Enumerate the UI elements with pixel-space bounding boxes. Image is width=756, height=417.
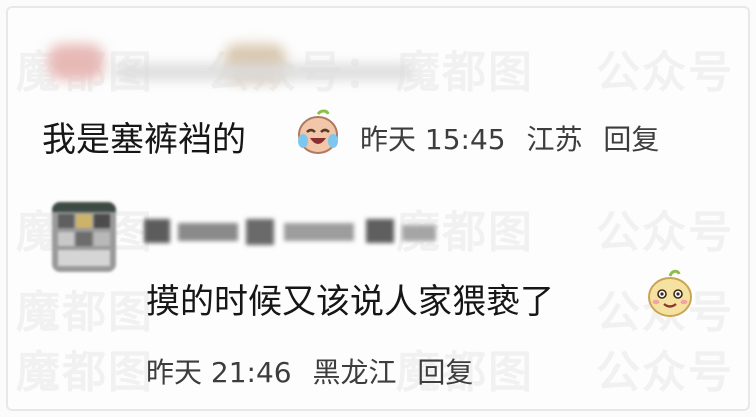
smirk-emoji <box>648 269 692 317</box>
blurred-avatar <box>48 44 104 80</box>
blurred-username <box>144 219 436 245</box>
blurred-username <box>114 64 414 80</box>
watermark-text: 公众号 <box>596 207 734 258</box>
crying-laughing-emoji <box>298 109 338 154</box>
watermark-text: 魔都图 <box>396 47 534 98</box>
comment-location: 江苏 <box>526 123 583 156</box>
watermark-text: 公众号 <box>596 347 734 398</box>
comment-meta: 昨天 21:46 黑龙江 回复 <box>146 351 485 391</box>
reply-button[interactable]: 回复 <box>603 123 659 156</box>
comment-time: 昨天 21:46 <box>146 356 292 389</box>
reply-button[interactable]: 回复 <box>417 356 473 389</box>
comment-time: 昨天 15:45 <box>360 123 506 156</box>
watermark-text: 魔都图 <box>16 287 154 338</box>
comment-text: 摸的时候又该说人家猥亵了 <box>146 282 554 322</box>
comment-location: 黑龙江 <box>312 356 397 389</box>
avatar <box>52 202 116 272</box>
comment-screenshot: 魔都图 魔都图 公众号： 公众号 魔都图 魔都图 公众号 魔都图 公众号 魔都图… <box>6 6 750 411</box>
comment-meta: 昨天 15:45 江苏 回复 <box>360 118 671 158</box>
watermark-text: 公众号 <box>596 47 734 98</box>
watermark-text: 魔都图 <box>16 347 154 398</box>
comment-text: 我是塞裤裆的 <box>42 120 246 160</box>
